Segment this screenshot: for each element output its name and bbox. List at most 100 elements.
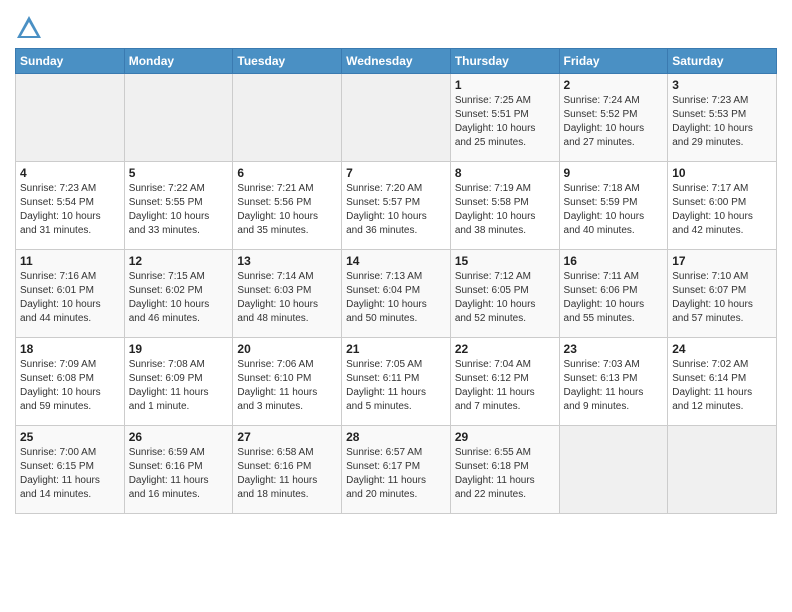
day-number: 15 [455,254,555,268]
logo-icon [15,14,43,42]
cell-sun-info: Sunrise: 7:06 AM Sunset: 6:10 PM Dayligh… [237,358,337,414]
day-number: 22 [455,342,555,356]
calendar-week-row: 18Sunrise: 7:09 AM Sunset: 6:08 PM Dayli… [16,338,777,426]
cell-sun-info: Sunrise: 7:21 AM Sunset: 5:56 PM Dayligh… [237,182,337,238]
cell-sun-info: Sunrise: 7:16 AM Sunset: 6:01 PM Dayligh… [20,270,120,326]
calendar-cell [16,74,125,162]
calendar-cell: 4 Sunrise: 7:23 AM Sunset: 5:54 PM Daylig… [16,162,125,250]
cell-sun-info: Sunrise: 6:58 AM Sunset: 6:16 PM Dayligh… [237,446,337,502]
calendar-body: 1 Sunrise: 7:25 AM Sunset: 5:51 PM Daylig… [16,74,777,514]
calendar-cell: 28 Sunrise: 6:57 AM Sunset: 6:17 PM Dayli… [342,426,451,514]
logo [15,14,47,42]
calendar-cell: 20 Sunrise: 7:06 AM Sunset: 6:10 PM Dayli… [233,338,342,426]
day-number: 28 [346,430,446,444]
day-number: 2 [564,78,664,92]
calendar-week-row: 1 Sunrise: 7:25 AM Sunset: 5:51 PM Daylig… [16,74,777,162]
calendar-cell: 3 Sunrise: 7:23 AM Sunset: 5:53 PM Daylig… [668,74,777,162]
day-number: 19 [129,342,229,356]
cell-sun-info: Sunrise: 7:22 AM Sunset: 5:55 PM Dayligh… [129,182,229,238]
day-number: 12 [129,254,229,268]
day-of-week-header: Thursday [450,49,559,74]
day-number: 29 [455,430,555,444]
calendar-cell: 12 Sunrise: 7:15 AM Sunset: 6:02 PM Dayli… [124,250,233,338]
calendar-cell: 18Sunrise: 7:09 AM Sunset: 6:08 PM Dayli… [16,338,125,426]
cell-sun-info: Sunrise: 7:08 AM Sunset: 6:09 PM Dayligh… [129,358,229,414]
day-number: 5 [129,166,229,180]
day-number: 3 [672,78,772,92]
calendar-cell [559,426,668,514]
calendar-table: SundayMondayTuesdayWednesdayThursdayFrid… [15,48,777,514]
calendar-cell [233,74,342,162]
day-of-week-header: Sunday [16,49,125,74]
cell-sun-info: Sunrise: 7:25 AM Sunset: 5:51 PM Dayligh… [455,94,555,150]
cell-sun-info: Sunrise: 7:04 AM Sunset: 6:12 PM Dayligh… [455,358,555,414]
days-of-week-row: SundayMondayTuesdayWednesdayThursdayFrid… [16,49,777,74]
page-header [15,10,777,42]
day-number: 11 [20,254,120,268]
day-of-week-header: Tuesday [233,49,342,74]
day-number: 18 [20,342,120,356]
cell-sun-info: Sunrise: 7:18 AM Sunset: 5:59 PM Dayligh… [564,182,664,238]
day-of-week-header: Monday [124,49,233,74]
day-of-week-header: Saturday [668,49,777,74]
day-number: 17 [672,254,772,268]
calendar-week-row: 4 Sunrise: 7:23 AM Sunset: 5:54 PM Daylig… [16,162,777,250]
cell-sun-info: Sunrise: 6:57 AM Sunset: 6:17 PM Dayligh… [346,446,446,502]
cell-sun-info: Sunrise: 7:19 AM Sunset: 5:58 PM Dayligh… [455,182,555,238]
calendar-cell: 10 Sunrise: 7:17 AM Sunset: 6:00 PM Dayli… [668,162,777,250]
cell-sun-info: Sunrise: 7:15 AM Sunset: 6:02 PM Dayligh… [129,270,229,326]
cell-sun-info: Sunrise: 7:03 AM Sunset: 6:13 PM Dayligh… [564,358,664,414]
calendar-cell: 1 Sunrise: 7:25 AM Sunset: 5:51 PM Daylig… [450,74,559,162]
day-number: 9 [564,166,664,180]
calendar-cell: 9 Sunrise: 7:18 AM Sunset: 5:59 PM Daylig… [559,162,668,250]
calendar-header: SundayMondayTuesdayWednesdayThursdayFrid… [16,49,777,74]
calendar-cell: 6Sunrise: 7:21 AM Sunset: 5:56 PM Daylig… [233,162,342,250]
calendar-cell: 8Sunrise: 7:19 AM Sunset: 5:58 PM Daylig… [450,162,559,250]
calendar-cell [668,426,777,514]
cell-sun-info: Sunrise: 7:12 AM Sunset: 6:05 PM Dayligh… [455,270,555,326]
calendar-cell [124,74,233,162]
cell-sun-info: Sunrise: 7:00 AM Sunset: 6:15 PM Dayligh… [20,446,120,502]
cell-sun-info: Sunrise: 7:11 AM Sunset: 6:06 PM Dayligh… [564,270,664,326]
calendar-cell: 15 Sunrise: 7:12 AM Sunset: 6:05 PM Dayli… [450,250,559,338]
cell-sun-info: Sunrise: 7:23 AM Sunset: 5:53 PM Dayligh… [672,94,772,150]
calendar-cell: 2 Sunrise: 7:24 AM Sunset: 5:52 PM Daylig… [559,74,668,162]
cell-sun-info: Sunrise: 7:24 AM Sunset: 5:52 PM Dayligh… [564,94,664,150]
calendar-cell: 7 Sunrise: 7:20 AM Sunset: 5:57 PM Daylig… [342,162,451,250]
day-number: 14 [346,254,446,268]
calendar-cell: 27 Sunrise: 6:58 AM Sunset: 6:16 PM Dayli… [233,426,342,514]
day-number: 1 [455,78,555,92]
day-number: 7 [346,166,446,180]
day-number: 13 [237,254,337,268]
day-number: 26 [129,430,229,444]
calendar-cell: 16 Sunrise: 7:11 AM Sunset: 6:06 PM Dayli… [559,250,668,338]
day-number: 24 [672,342,772,356]
calendar-cell: 19 Sunrise: 7:08 AM Sunset: 6:09 PM Dayli… [124,338,233,426]
day-number: 10 [672,166,772,180]
calendar-cell: 21Sunrise: 7:05 AM Sunset: 6:11 PM Dayli… [342,338,451,426]
cell-sun-info: Sunrise: 7:10 AM Sunset: 6:07 PM Dayligh… [672,270,772,326]
day-number: 4 [20,166,120,180]
day-number: 16 [564,254,664,268]
cell-sun-info: Sunrise: 6:59 AM Sunset: 6:16 PM Dayligh… [129,446,229,502]
day-of-week-header: Wednesday [342,49,451,74]
cell-sun-info: Sunrise: 7:20 AM Sunset: 5:57 PM Dayligh… [346,182,446,238]
cell-sun-info: Sunrise: 7:13 AM Sunset: 6:04 PM Dayligh… [346,270,446,326]
calendar-cell: 24Sunrise: 7:02 AM Sunset: 6:14 PM Dayli… [668,338,777,426]
calendar-cell [342,74,451,162]
calendar-week-row: 11 Sunrise: 7:16 AM Sunset: 6:01 PM Dayli… [16,250,777,338]
day-number: 20 [237,342,337,356]
day-number: 27 [237,430,337,444]
calendar-cell: 26 Sunrise: 6:59 AM Sunset: 6:16 PM Dayli… [124,426,233,514]
cell-sun-info: Sunrise: 6:55 AM Sunset: 6:18 PM Dayligh… [455,446,555,502]
cell-sun-info: Sunrise: 7:23 AM Sunset: 5:54 PM Dayligh… [20,182,120,238]
calendar-cell: 29 Sunrise: 6:55 AM Sunset: 6:18 PM Dayli… [450,426,559,514]
calendar-cell: 17 Sunrise: 7:10 AM Sunset: 6:07 PM Dayli… [668,250,777,338]
calendar-cell: 5 Sunrise: 7:22 AM Sunset: 5:55 PM Daylig… [124,162,233,250]
calendar-week-row: 25Sunrise: 7:00 AM Sunset: 6:15 PM Dayli… [16,426,777,514]
day-number: 21 [346,342,446,356]
calendar-cell: 11 Sunrise: 7:16 AM Sunset: 6:01 PM Dayli… [16,250,125,338]
calendar-cell: 23 Sunrise: 7:03 AM Sunset: 6:13 PM Dayli… [559,338,668,426]
cell-sun-info: Sunrise: 7:17 AM Sunset: 6:00 PM Dayligh… [672,182,772,238]
day-number: 23 [564,342,664,356]
